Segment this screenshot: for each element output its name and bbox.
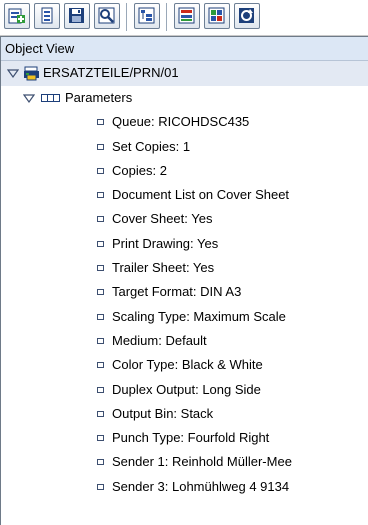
leaf-bullet-icon bbox=[97, 483, 104, 490]
parameter-label: Print Drawing: Yes bbox=[112, 235, 219, 251]
tree-node-parameter[interactable]: Set Copies: 1 bbox=[1, 135, 368, 159]
parameter-label: Color Type: Black & White bbox=[112, 357, 263, 373]
expand-all-button[interactable] bbox=[134, 3, 160, 29]
parameter-label: Sender 1: Reinhold Müller-Mee bbox=[112, 454, 292, 470]
panel-header: Object View bbox=[1, 37, 368, 61]
toolbar bbox=[0, 0, 368, 36]
save-icon bbox=[69, 8, 84, 23]
parameter-label: Duplex Output: Long Side bbox=[112, 381, 261, 397]
printer-request-icon bbox=[24, 66, 39, 81]
tree-node-parameter[interactable]: Print Drawing: Yes bbox=[1, 232, 368, 256]
refresh-button[interactable] bbox=[234, 3, 260, 29]
leaf-bullet-icon bbox=[97, 435, 104, 442]
tree-node-root[interactable]: ERSATZTEILE/PRN/01 bbox=[1, 61, 368, 86]
leaf-bullet-icon bbox=[97, 313, 104, 320]
tree-node-parameter[interactable]: Medium: Default bbox=[1, 329, 368, 353]
print-preview-button[interactable] bbox=[174, 3, 200, 29]
leaf-bullet-icon bbox=[97, 386, 104, 393]
parameter-list: Queue: RICOHDSC435 Set Copies: 1 Copies: 2… bbox=[1, 110, 368, 499]
parameter-label: Trailer Sheet: Yes bbox=[112, 260, 215, 276]
document-button[interactable] bbox=[34, 3, 60, 29]
tree-node-parameter[interactable]: Sender 3: Lohmühlweg 4 9134 bbox=[1, 475, 368, 499]
toolbar-separator bbox=[126, 3, 128, 31]
tree-node-parameter[interactable]: Document List on Cover Sheet bbox=[1, 183, 368, 207]
tree-node-parameter[interactable]: Sender 1: Reinhold Müller-Mee bbox=[1, 450, 368, 474]
add-document-icon bbox=[8, 8, 25, 24]
leaf-bullet-icon bbox=[97, 192, 104, 199]
parameter-label: Sender 3: Lohmühlweg 4 9134 bbox=[112, 478, 290, 494]
tree-node-parameter[interactable]: Cover Sheet: Yes bbox=[1, 207, 368, 231]
parameter-label: Output Bin: Stack bbox=[112, 405, 214, 421]
expand-all-icon bbox=[138, 7, 155, 24]
leaf-bullet-icon bbox=[97, 362, 104, 369]
search-icon bbox=[98, 7, 115, 24]
toolbar-separator bbox=[166, 3, 168, 31]
tree-node-parameter[interactable]: Output Bin: Stack bbox=[1, 402, 368, 426]
parameter-label: Set Copies: 1 bbox=[112, 138, 191, 154]
tree-node-parameter[interactable]: Trailer Sheet: Yes bbox=[1, 256, 368, 280]
parameter-label: Cover Sheet: Yes bbox=[112, 211, 213, 227]
leaf-bullet-icon bbox=[97, 337, 104, 344]
print-icon bbox=[208, 7, 225, 24]
leaf-bullet-icon bbox=[97, 240, 104, 247]
print-preview-icon bbox=[178, 7, 195, 24]
parameter-label: Copies: 2 bbox=[112, 162, 167, 178]
leaf-bullet-icon bbox=[97, 216, 104, 223]
document-icon bbox=[41, 7, 53, 24]
parameter-list-icon bbox=[41, 94, 60, 102]
tree-node-parameters[interactable]: Parameters bbox=[1, 86, 368, 110]
object-view-panel: Object View ERSATZTEILE/PRN/01 Parameter… bbox=[0, 36, 368, 525]
expand-triangle-icon[interactable] bbox=[23, 86, 35, 110]
add-document-button[interactable] bbox=[4, 3, 30, 29]
leaf-bullet-icon bbox=[97, 459, 104, 466]
parameter-label: Medium: Default bbox=[112, 332, 207, 348]
tree-node-parameter[interactable]: Duplex Output: Long Side bbox=[1, 378, 368, 402]
parameter-label: Queue: RICOHDSC435 bbox=[112, 114, 250, 130]
root-node-label: ERSATZTEILE/PRN/01 bbox=[43, 65, 179, 80]
save-button[interactable] bbox=[64, 3, 90, 29]
tree-node-parameter[interactable]: Color Type: Black & White bbox=[1, 353, 368, 377]
tree-node-parameter[interactable]: Queue: RICOHDSC435 bbox=[1, 110, 368, 134]
parameter-label: Punch Type: Fourfold Right bbox=[112, 430, 270, 446]
expand-triangle-icon[interactable] bbox=[7, 61, 19, 85]
tree-node-parameter[interactable]: Punch Type: Fourfold Right bbox=[1, 426, 368, 450]
leaf-bullet-icon bbox=[97, 289, 104, 296]
leaf-bullet-icon bbox=[97, 265, 104, 272]
parameter-label: Document List on Cover Sheet bbox=[112, 187, 290, 203]
parameter-label: Target Format: DIN A3 bbox=[112, 284, 242, 300]
tree-node-parameter[interactable]: Target Format: DIN A3 bbox=[1, 280, 368, 304]
search-button[interactable] bbox=[94, 3, 120, 29]
parameter-label: Scaling Type: Maximum Scale bbox=[112, 308, 286, 324]
tree-node-parameter[interactable]: Scaling Type: Maximum Scale bbox=[1, 305, 368, 329]
leaf-bullet-icon bbox=[97, 143, 104, 150]
print-button[interactable] bbox=[204, 3, 230, 29]
tree-node-parameter[interactable]: Copies: 2 bbox=[1, 159, 368, 183]
leaf-bullet-icon bbox=[97, 410, 104, 417]
parameters-node-label: Parameters bbox=[65, 90, 133, 105]
leaf-bullet-icon bbox=[97, 167, 104, 174]
refresh-icon bbox=[239, 8, 254, 23]
leaf-bullet-icon bbox=[97, 119, 104, 126]
